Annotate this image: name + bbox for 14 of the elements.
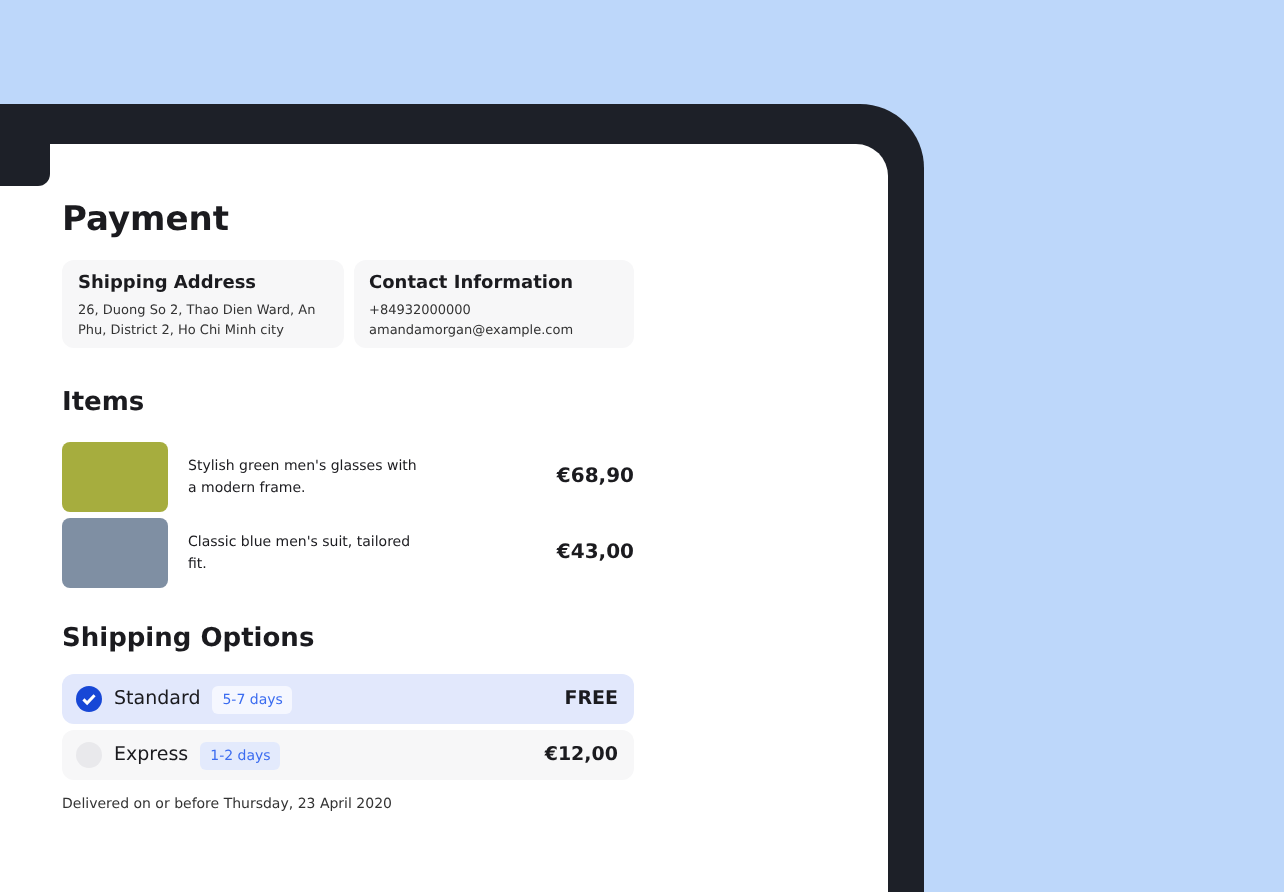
option-name: Express bbox=[114, 744, 189, 766]
photo-placeholder bbox=[62, 442, 168, 512]
item-price: €43,00 bbox=[556, 542, 634, 564]
section-heading: Shipping Options bbox=[62, 624, 317, 654]
item-price: €68,90 bbox=[556, 466, 634, 488]
option-price: FREE bbox=[564, 688, 618, 710]
option-name: Standard bbox=[114, 688, 201, 710]
photo-placeholder bbox=[62, 518, 168, 588]
card-heading: Contact Information bbox=[369, 274, 576, 294]
card-heading: Shipping Address bbox=[78, 274, 259, 294]
section-heading: Items bbox=[62, 388, 147, 418]
option-price: €12,00 bbox=[544, 744, 618, 766]
page-title: Payment bbox=[62, 200, 232, 240]
checked-radio-icon bbox=[76, 686, 102, 712]
